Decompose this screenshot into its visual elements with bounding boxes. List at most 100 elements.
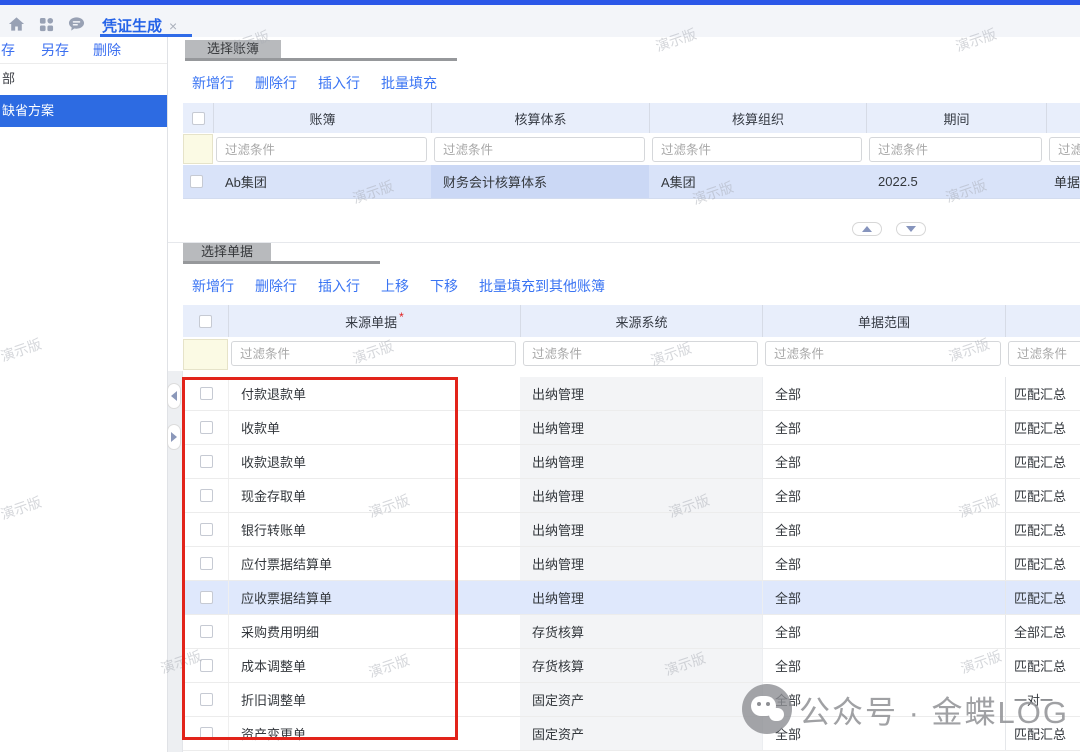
cell-accounting-org: A集团 [649, 165, 866, 198]
section-tab-select-documents[interactable]: 选择单据 [183, 243, 271, 261]
insert-row-button[interactable]: 插入行 [318, 73, 360, 93]
docs-table-row[interactable]: 成本调整单 存货核算 全部 匹配汇总 [183, 649, 1080, 683]
docs-table-header: 来源单据* 来源系统 单据范围 [183, 305, 1080, 337]
column-header-source-system[interactable]: 来源系统 [520, 305, 762, 337]
cell-source-system: 出纳管理 [520, 377, 762, 410]
filter-input-clipped[interactable] [1049, 137, 1080, 162]
chevron-right-icon [171, 432, 177, 442]
add-row-button[interactable]: 新增行 [192, 276, 234, 296]
column-header-accounting-system[interactable]: 核算体系 [431, 103, 649, 133]
cell-document-scope: 全部 [762, 581, 1005, 614]
docs-table-row[interactable]: 收款退款单 出纳管理 全部 匹配汇总 [183, 445, 1080, 479]
column-header-source-document[interactable]: 来源单据* [228, 305, 520, 337]
cell-clipped: 单据 [1046, 165, 1080, 198]
cell-source-system: 出纳管理 [520, 411, 762, 444]
docs-table-row[interactable]: 现金存取单 出纳管理 全部 匹配汇总 [183, 479, 1080, 513]
cell-document-scope: 全部 [762, 445, 1005, 478]
save-as-button[interactable]: 另存 [41, 40, 69, 60]
select-all-checkbox[interactable] [192, 112, 205, 125]
row-checkbox[interactable] [200, 693, 213, 706]
wechat-icon [742, 684, 792, 734]
select-all-checkbox[interactable] [199, 315, 212, 328]
chevron-up-icon [862, 226, 872, 232]
row-checkbox[interactable] [200, 387, 213, 400]
required-marker: * [399, 310, 404, 324]
splitter-expand-right-button[interactable] [167, 424, 181, 450]
docs-table-row[interactable]: 应付票据结算单 出纳管理 全部 匹配汇总 [183, 547, 1080, 581]
row-checkbox-cell [183, 165, 213, 198]
filter-corner-cell [183, 339, 228, 370]
row-checkbox-cell [183, 377, 228, 410]
column-header-clipped[interactable] [1046, 103, 1080, 133]
docs-table-row[interactable]: 收款单 出纳管理 全部 匹配汇总 [183, 411, 1080, 445]
books-toolbar: 新增行 删除行 插入行 批量填充 [192, 72, 437, 94]
row-checkbox-cell [183, 411, 228, 444]
cell-source-system: 固定资产 [520, 717, 762, 750]
collapse-up-button[interactable] [852, 222, 882, 236]
cell-source-document: 付款退款单 [228, 377, 520, 410]
row-checkbox[interactable] [200, 625, 213, 638]
delete-row-button[interactable]: 删除行 [255, 276, 297, 296]
insert-row-button[interactable]: 插入行 [318, 276, 360, 296]
cell-summary-mode: 匹配汇总 [1005, 649, 1080, 682]
column-header-accounting-org[interactable]: 核算组织 [649, 103, 866, 133]
filter-input-accounting-org[interactable] [652, 137, 862, 162]
tab-close-icon[interactable]: × [169, 19, 177, 33]
cell-source-system: 出纳管理 [520, 581, 762, 614]
docs-table-row[interactable]: 银行转账单 出纳管理 全部 匹配汇总 [183, 513, 1080, 547]
move-up-button[interactable]: 上移 [381, 276, 409, 296]
chevron-down-icon [906, 226, 916, 232]
move-down-button[interactable]: 下移 [430, 276, 458, 296]
add-row-button[interactable]: 新增行 [192, 73, 234, 93]
message-icon[interactable] [68, 16, 85, 37]
row-checkbox[interactable] [200, 455, 213, 468]
cell-summary-mode: 匹配汇总 [1005, 513, 1080, 546]
row-checkbox-cell [183, 513, 228, 546]
tab-title: 凭证生成 [102, 15, 162, 36]
apps-grid-icon[interactable] [39, 17, 54, 37]
column-header-book[interactable]: 账簿 [213, 103, 431, 133]
row-checkbox[interactable] [200, 591, 213, 604]
delete-row-button[interactable]: 删除行 [255, 73, 297, 93]
docs-table-row-highlighted[interactable]: 应收票据结算单 出纳管理 全部 匹配汇总 [183, 581, 1080, 615]
row-checkbox[interactable] [200, 557, 213, 570]
cell-document-scope: 全部 [762, 615, 1005, 648]
column-header-clipped[interactable] [1005, 305, 1080, 337]
filter-input-period[interactable] [869, 137, 1042, 162]
batch-fill-button[interactable]: 批量填充 [381, 73, 437, 93]
cell-document-scope: 全部 [762, 411, 1005, 444]
cell-source-system: 出纳管理 [520, 513, 762, 546]
cell-summary-mode: 全部汇总 [1005, 615, 1080, 648]
delete-button[interactable]: 删除 [93, 40, 121, 60]
scheme-sidebar: 存 另存 删除 部 缺省方案 [0, 37, 168, 752]
chevron-left-icon [171, 391, 177, 401]
filter-input-accounting-system[interactable] [434, 137, 645, 162]
collapse-down-button[interactable] [896, 222, 926, 236]
row-checkbox[interactable] [200, 421, 213, 434]
tab-voucher-generation[interactable]: 凭证生成 × [102, 15, 177, 36]
filter-input-source-system[interactable] [523, 341, 758, 366]
cell-summary-mode: 匹配汇总 [1005, 479, 1080, 512]
row-checkbox[interactable] [200, 489, 213, 502]
filter-input-clipped[interactable] [1008, 341, 1080, 366]
column-header-period[interactable]: 期间 [866, 103, 1046, 133]
splitter-collapse-left-button[interactable] [167, 383, 181, 409]
home-icon[interactable] [8, 16, 25, 37]
column-label: 来源单据 [345, 312, 397, 331]
filter-input-book[interactable] [216, 137, 427, 162]
brand-watermark: 公众号 · 金蝶LOG [799, 687, 1069, 732]
sidebar-item-default-scheme[interactable]: 缺省方案 [0, 95, 167, 127]
row-checkbox-cell [183, 445, 228, 478]
row-checkbox[interactable] [200, 523, 213, 536]
sidebar-item-all[interactable]: 部 [0, 63, 167, 95]
docs-toolbar: 新增行 删除行 插入行 上移 下移 批量填充到其他账簿 [192, 275, 605, 297]
docs-table-row[interactable]: 付款退款单 出纳管理 全部 匹配汇总 [183, 377, 1080, 411]
cell-source-document: 折旧调整单 [228, 683, 520, 716]
row-checkbox[interactable] [190, 175, 203, 188]
save-button[interactable]: 存 [1, 40, 15, 60]
cell-summary-mode: 匹配汇总 [1005, 411, 1080, 444]
row-checkbox[interactable] [200, 727, 213, 740]
docs-table-row[interactable]: 采购费用明细 存货核算 全部 全部汇总 [183, 615, 1080, 649]
column-header-document-scope[interactable]: 单据范围 [762, 305, 1005, 337]
batch-fill-other-books-button[interactable]: 批量填充到其他账簿 [479, 276, 605, 296]
